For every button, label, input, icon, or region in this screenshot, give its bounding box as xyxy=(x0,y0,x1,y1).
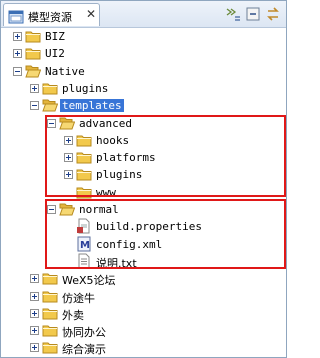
tree-item-label: plugins xyxy=(62,82,109,95)
expand-toggle-icon[interactable] xyxy=(30,326,39,335)
expand-toggle-icon[interactable] xyxy=(30,309,39,318)
tree-item-wex5论坛[interactable]: WeX5论坛 xyxy=(1,270,286,287)
tree-item-协同办公[interactable]: 协同办公 xyxy=(1,322,286,339)
expand-toggle-icon[interactable] xyxy=(30,343,39,352)
tab-model-resources[interactable]: 模型资源 ✕ xyxy=(3,3,100,26)
collapse-toggle-icon[interactable] xyxy=(30,101,39,110)
model-view-icon xyxy=(8,9,24,28)
tree-item-label: BIZ xyxy=(45,30,65,43)
expand-toggle-icon[interactable] xyxy=(13,49,22,58)
folder-open-icon xyxy=(42,97,59,116)
expand-toggle-icon[interactable] xyxy=(30,84,39,93)
folder-icon xyxy=(42,270,58,289)
tree-item-label: WeX5论坛 xyxy=(62,274,116,287)
folder-icon xyxy=(25,45,41,64)
highlight-box-normal xyxy=(45,199,286,269)
tree-item-ui2[interactable]: UI2 xyxy=(1,45,286,62)
view-title: 模型资源 xyxy=(28,11,72,24)
tree-item-外卖[interactable]: 外卖 xyxy=(1,305,286,322)
tree-item-biz[interactable]: BIZ xyxy=(1,28,286,45)
tree-item-native[interactable]: Native xyxy=(1,63,286,80)
collapse-toggle-icon[interactable] xyxy=(13,67,22,76)
close-icon[interactable]: ✕ xyxy=(86,7,96,21)
tree-item-label: Native xyxy=(45,65,85,78)
tree-item-templates[interactable]: templates xyxy=(1,97,286,114)
expand-toggle-icon[interactable] xyxy=(30,274,39,283)
tree-item-plugins[interactable]: plugins xyxy=(1,80,286,97)
tree-item-label: 仿途牛 xyxy=(62,292,95,305)
view-title-bar: 模型资源 ✕ xyxy=(1,1,286,28)
sync-icon[interactable] xyxy=(265,6,281,22)
expand-toggle-icon[interactable] xyxy=(30,292,39,301)
model-resources-view: 模型资源 ✕ BIZ UI2 Native plugins templates adv xyxy=(0,0,287,358)
tree-item-label: 综合演示 xyxy=(62,343,106,356)
folder-icon xyxy=(42,339,58,358)
collapse-all-icon[interactable] xyxy=(225,6,241,22)
tree-item-label: 协同办公 xyxy=(62,326,106,339)
tree-item-label: UI2 xyxy=(45,47,65,60)
expand-toggle-icon[interactable] xyxy=(13,32,22,41)
tree-item-仿途牛[interactable]: 仿途牛 xyxy=(1,288,286,305)
tree-item-综合演示[interactable]: 综合演示 xyxy=(1,339,286,356)
highlight-box-advanced xyxy=(45,115,286,197)
tree-item-label: templates xyxy=(60,99,124,112)
link-editor-icon[interactable] xyxy=(245,6,261,22)
tree-item-label: 外卖 xyxy=(62,309,84,322)
